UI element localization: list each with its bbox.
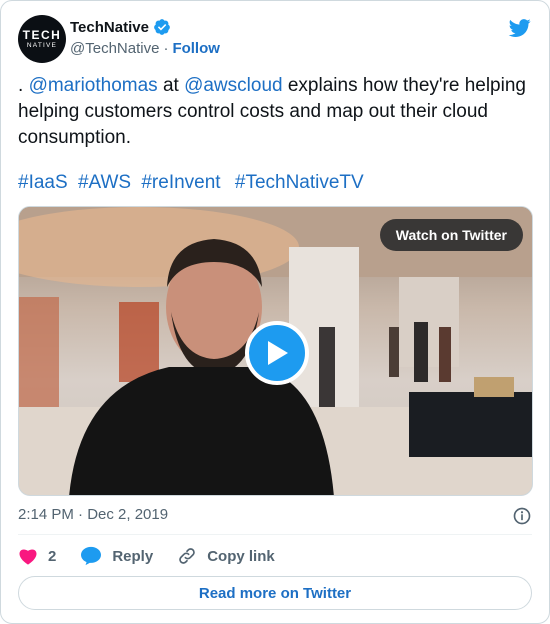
reply-label: Reply	[112, 547, 154, 565]
author-info: TechNative @TechNative · Follow	[70, 17, 220, 59]
action-bar: 2 Reply Copy link	[18, 544, 299, 568]
hashtag-list: #IaaS #AWS #reInvent #TechNativeTV	[18, 170, 369, 196]
twitter-bird-icon[interactable]	[508, 17, 532, 39]
timestamp[interactable]: 2:14 PM · Dec 2, 2019	[18, 506, 168, 523]
separator: ·	[163, 39, 169, 57]
hashtag-link[interactable]: #IaaS	[18, 172, 68, 193]
reply-icon	[81, 546, 102, 566]
play-icon	[268, 341, 288, 365]
avatar-text-bottom: NATIVE	[26, 41, 58, 49]
play-button[interactable]	[245, 321, 309, 385]
heart-icon	[19, 549, 37, 565]
hashtag-link[interactable]: #TechNativeTV	[235, 172, 364, 193]
tweet-body: . @mariothomas at @awscloud explains how…	[18, 73, 538, 151]
tweet-header: TECH NATIVE TechNative @TechNative · Fol…	[18, 15, 532, 65]
link-icon	[179, 548, 195, 564]
hashtag-link[interactable]: #AWS	[78, 172, 131, 193]
avatar-text-top: TECH	[22, 27, 62, 42]
divider	[18, 534, 532, 535]
verified-badge-icon	[154, 19, 170, 35]
read-more-button[interactable]: Read more on Twitter	[18, 576, 532, 610]
follow-button[interactable]: Follow	[172, 40, 220, 57]
handle[interactable]: @TechNative	[70, 40, 159, 57]
reply-button[interactable]: Reply	[80, 546, 153, 566]
video-player[interactable]: Watch on Twitter	[18, 206, 533, 496]
avatar[interactable]: TECH NATIVE	[18, 15, 66, 63]
display-name[interactable]: TechNative	[70, 19, 149, 36]
copy-link-label: Copy link	[207, 547, 275, 565]
like-count: 2	[48, 547, 57, 565]
mention-link[interactable]: @mariothomas	[29, 75, 158, 96]
watch-on-twitter-button[interactable]: Watch on Twitter	[379, 219, 523, 251]
tweet-meta: 2:14 PM · Dec 2, 2019	[18, 506, 532, 528]
info-icon[interactable]	[512, 506, 532, 526]
hashtag-link[interactable]: #reInvent	[141, 172, 220, 193]
mention-link[interactable]: @awscloud	[184, 75, 283, 96]
tweet-text-prefix: .	[18, 75, 29, 96]
tweet-text-mid: at	[157, 75, 185, 96]
tweet-card: TECH NATIVE TechNative @TechNative · Fol…	[0, 0, 550, 624]
copy-link-button[interactable]: Copy link	[177, 546, 275, 566]
like-button[interactable]: 2	[18, 547, 56, 565]
